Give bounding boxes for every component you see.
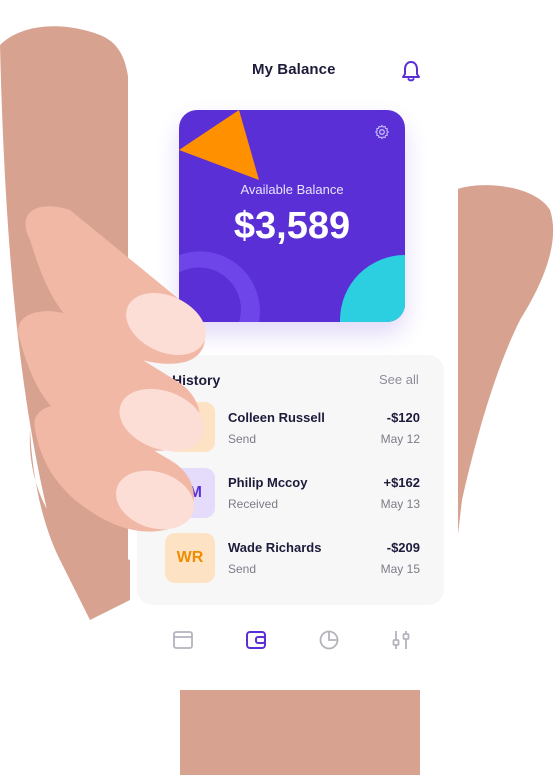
hand-fingers-illustration bbox=[18, 206, 206, 620]
